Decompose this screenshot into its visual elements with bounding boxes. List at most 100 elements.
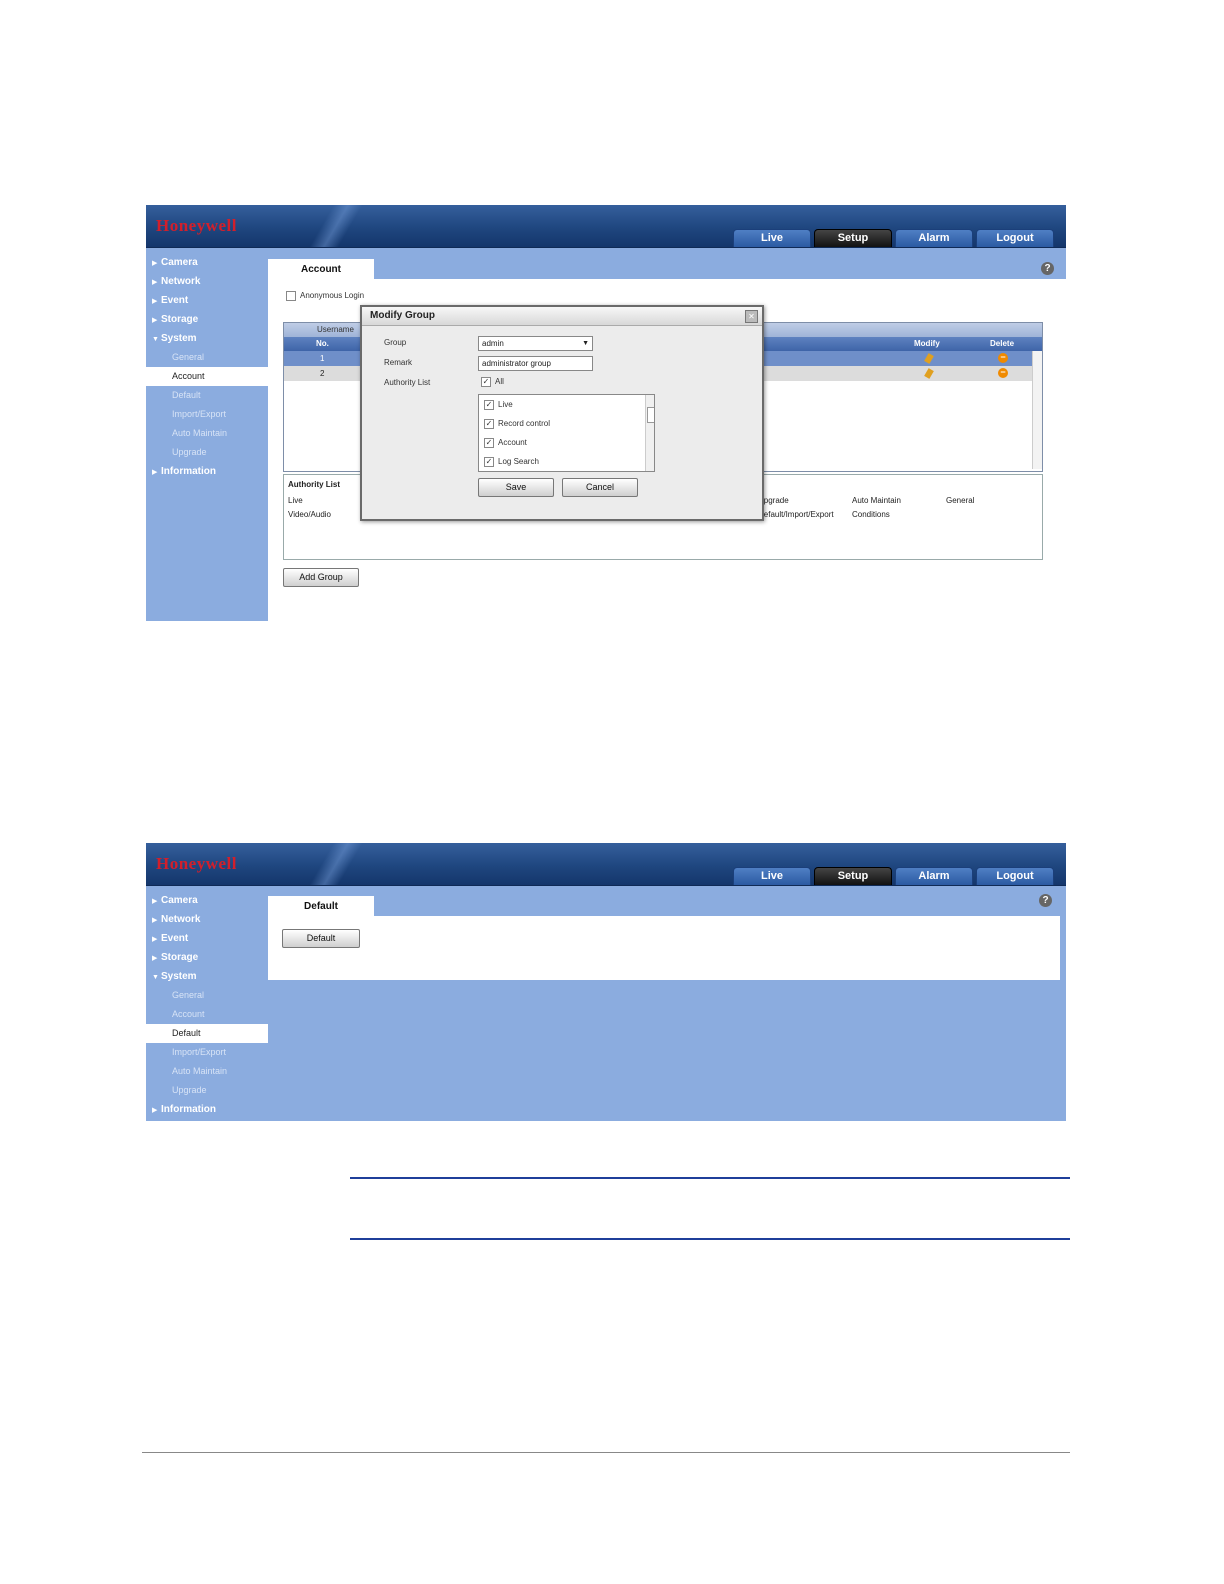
- tab-logout[interactable]: Logout: [976, 229, 1054, 247]
- sidebar-item-label: Event: [161, 933, 189, 944]
- authority-item: Live: [288, 496, 303, 505]
- pane-tab-default[interactable]: Default: [268, 896, 374, 916]
- sidebar-subitem-account[interactable]: Account: [146, 1005, 268, 1024]
- sidebar-subitem-default[interactable]: Default: [146, 1024, 268, 1043]
- sidebar-item-camera[interactable]: ▶ Camera: [146, 253, 268, 272]
- sidebar-subitem-import-export[interactable]: Import/Export: [146, 405, 268, 424]
- sidebar-item-network[interactable]: ▶ Network: [146, 910, 268, 929]
- sidebar-item-information[interactable]: ▶ Information: [146, 462, 268, 481]
- arrow-right-icon: ▶: [152, 917, 158, 924]
- all-checkbox[interactable]: ✓: [481, 377, 491, 387]
- row-no: 1: [320, 354, 325, 363]
- minus-icon[interactable]: −: [998, 368, 1008, 378]
- arrow-right-icon: ▶: [152, 898, 158, 905]
- cancel-button[interactable]: Cancel: [562, 478, 638, 497]
- list-item-label: Record control: [498, 419, 551, 428]
- anonymous-login-label: Anonymous Login: [300, 291, 365, 301]
- brand-logo: Honeywell: [156, 854, 237, 873]
- sidebar-subitem-default[interactable]: Default: [146, 386, 268, 405]
- tab-setup[interactable]: Setup: [814, 229, 892, 247]
- group-select[interactable]: admin ▼: [478, 336, 593, 351]
- dialog-title-bar: Modify Group ✕: [362, 307, 762, 326]
- sidebar-item-label: Camera: [161, 895, 198, 906]
- list-item: ✓ Account: [479, 433, 654, 452]
- sidebar-item-network[interactable]: ▶ Network: [146, 272, 268, 291]
- arrow-right-icon: ▶: [152, 317, 158, 324]
- sidebar-subitem-upgrade[interactable]: Upgrade: [146, 443, 268, 462]
- add-group-button[interactable]: Add Group: [283, 568, 359, 587]
- list-item-label: Account: [498, 438, 527, 447]
- close-icon[interactable]: ✕: [745, 310, 758, 323]
- brand-logo: Honeywell: [156, 216, 237, 235]
- help-icon[interactable]: ?: [1041, 262, 1054, 275]
- authority-checkbox[interactable]: ✓: [484, 399, 494, 410]
- sidebar-item-system[interactable]: ▼ System: [146, 967, 268, 986]
- list-item-label: Log Search: [498, 457, 539, 466]
- sidebar-subitem-auto-maintain[interactable]: Auto Maintain: [146, 1062, 268, 1081]
- sidebar-item-information[interactable]: ▶ Information: [146, 1100, 268, 1119]
- sidebar-item-event[interactable]: ▶ Event: [146, 291, 268, 310]
- tab-live[interactable]: Live: [733, 229, 811, 247]
- sidebar-subitem-general[interactable]: General: [146, 348, 268, 367]
- content-panel: Default ? Default: [268, 894, 1060, 980]
- remark-input[interactable]: administrator group: [478, 356, 593, 371]
- sidebar-item-system[interactable]: ▼ System: [146, 329, 268, 348]
- sidebar-item-storage[interactable]: ▶ Storage: [146, 310, 268, 329]
- authority-listbox: ✓ Live ✓ Record control ✓ Account ✓ Log Sear…: [478, 394, 655, 472]
- authority-item: Conditions: [852, 510, 890, 519]
- list-item: ✓ Live: [479, 395, 654, 414]
- sidebar-subitem-account[interactable]: Account: [146, 367, 268, 386]
- authority-checkbox[interactable]: ✓: [484, 456, 494, 467]
- sidebar-subitem-general[interactable]: General: [146, 986, 268, 1005]
- tab-setup[interactable]: Setup: [814, 867, 892, 885]
- top-tabs: Live Setup Alarm Logout: [733, 867, 1054, 885]
- sidebar-item-event[interactable]: ▶ Event: [146, 929, 268, 948]
- app-header: Honeywell Live Setup Alarm Logout: [146, 205, 1066, 248]
- arrow-right-icon: ▶: [152, 298, 158, 305]
- authority-item: Video/Audio: [288, 510, 331, 519]
- arrow-right-icon: ▶: [152, 469, 158, 476]
- arrow-right-icon: ▶: [152, 955, 158, 962]
- tab-logout[interactable]: Logout: [976, 867, 1054, 885]
- table-header-username: Username: [317, 325, 354, 334]
- tab-alarm[interactable]: Alarm: [895, 229, 973, 247]
- default-button[interactable]: Default: [282, 929, 360, 948]
- pencil-icon[interactable]: [924, 353, 934, 364]
- sidebar-subitem-auto-maintain[interactable]: Auto Maintain: [146, 424, 268, 443]
- tab-alarm[interactable]: Alarm: [895, 867, 973, 885]
- screenshot-default: Honeywell Live Setup Alarm Logout ▶ Camer…: [146, 843, 1066, 1121]
- pane-tab-account[interactable]: Account: [268, 259, 374, 279]
- sidebar-subitem-import-export[interactable]: Import/Export: [146, 1043, 268, 1062]
- authority-checkbox[interactable]: ✓: [484, 418, 494, 429]
- sidebar-item-label: Storage: [161, 314, 199, 325]
- minus-icon[interactable]: −: [998, 353, 1008, 363]
- list-item: ✓ Log Search: [479, 452, 654, 471]
- scrollbar-thumb[interactable]: [647, 407, 654, 423]
- app-header: Honeywell Live Setup Alarm Logout: [146, 843, 1066, 886]
- authority-list-title: Authority List: [288, 480, 340, 489]
- authority-item: Default/Import/Export: [758, 510, 834, 519]
- sidebar-item-label: Network: [161, 276, 201, 287]
- all-label: All: [495, 377, 504, 387]
- sidebar-item-camera[interactable]: ▶ Camera: [146, 891, 268, 910]
- arrow-right-icon: ▶: [152, 1107, 158, 1114]
- tab-live[interactable]: Live: [733, 867, 811, 885]
- save-button[interactable]: Save: [478, 478, 554, 497]
- sidebar-subitem-upgrade[interactable]: Upgrade: [146, 1081, 268, 1100]
- pencil-icon[interactable]: [924, 368, 934, 379]
- authority-list-label: Authority List: [384, 378, 431, 387]
- authority-checkbox[interactable]: ✓: [484, 437, 494, 448]
- anonymous-login-checkbox[interactable]: [286, 291, 296, 301]
- help-icon[interactable]: ?: [1039, 894, 1052, 907]
- table-header-delete: Delete: [990, 339, 1015, 348]
- sidebar-item-label: Event: [161, 295, 189, 306]
- group-select-value: admin: [482, 339, 504, 348]
- authority-item: General: [946, 496, 975, 505]
- table-scrollbar[interactable]: [1032, 351, 1042, 469]
- listbox-scrollbar[interactable]: [645, 395, 654, 471]
- table-header-modify: Modify: [914, 339, 940, 348]
- sidebar: ▶ Camera ▶ Network ▶ Event ▶ Storage ▼ System…: [146, 891, 268, 1119]
- sidebar-item-label: Network: [161, 914, 201, 925]
- modify-group-dialog: Modify Group ✕ Group admin ▼ Remark admi…: [360, 305, 764, 521]
- sidebar-item-storage[interactable]: ▶ Storage: [146, 948, 268, 967]
